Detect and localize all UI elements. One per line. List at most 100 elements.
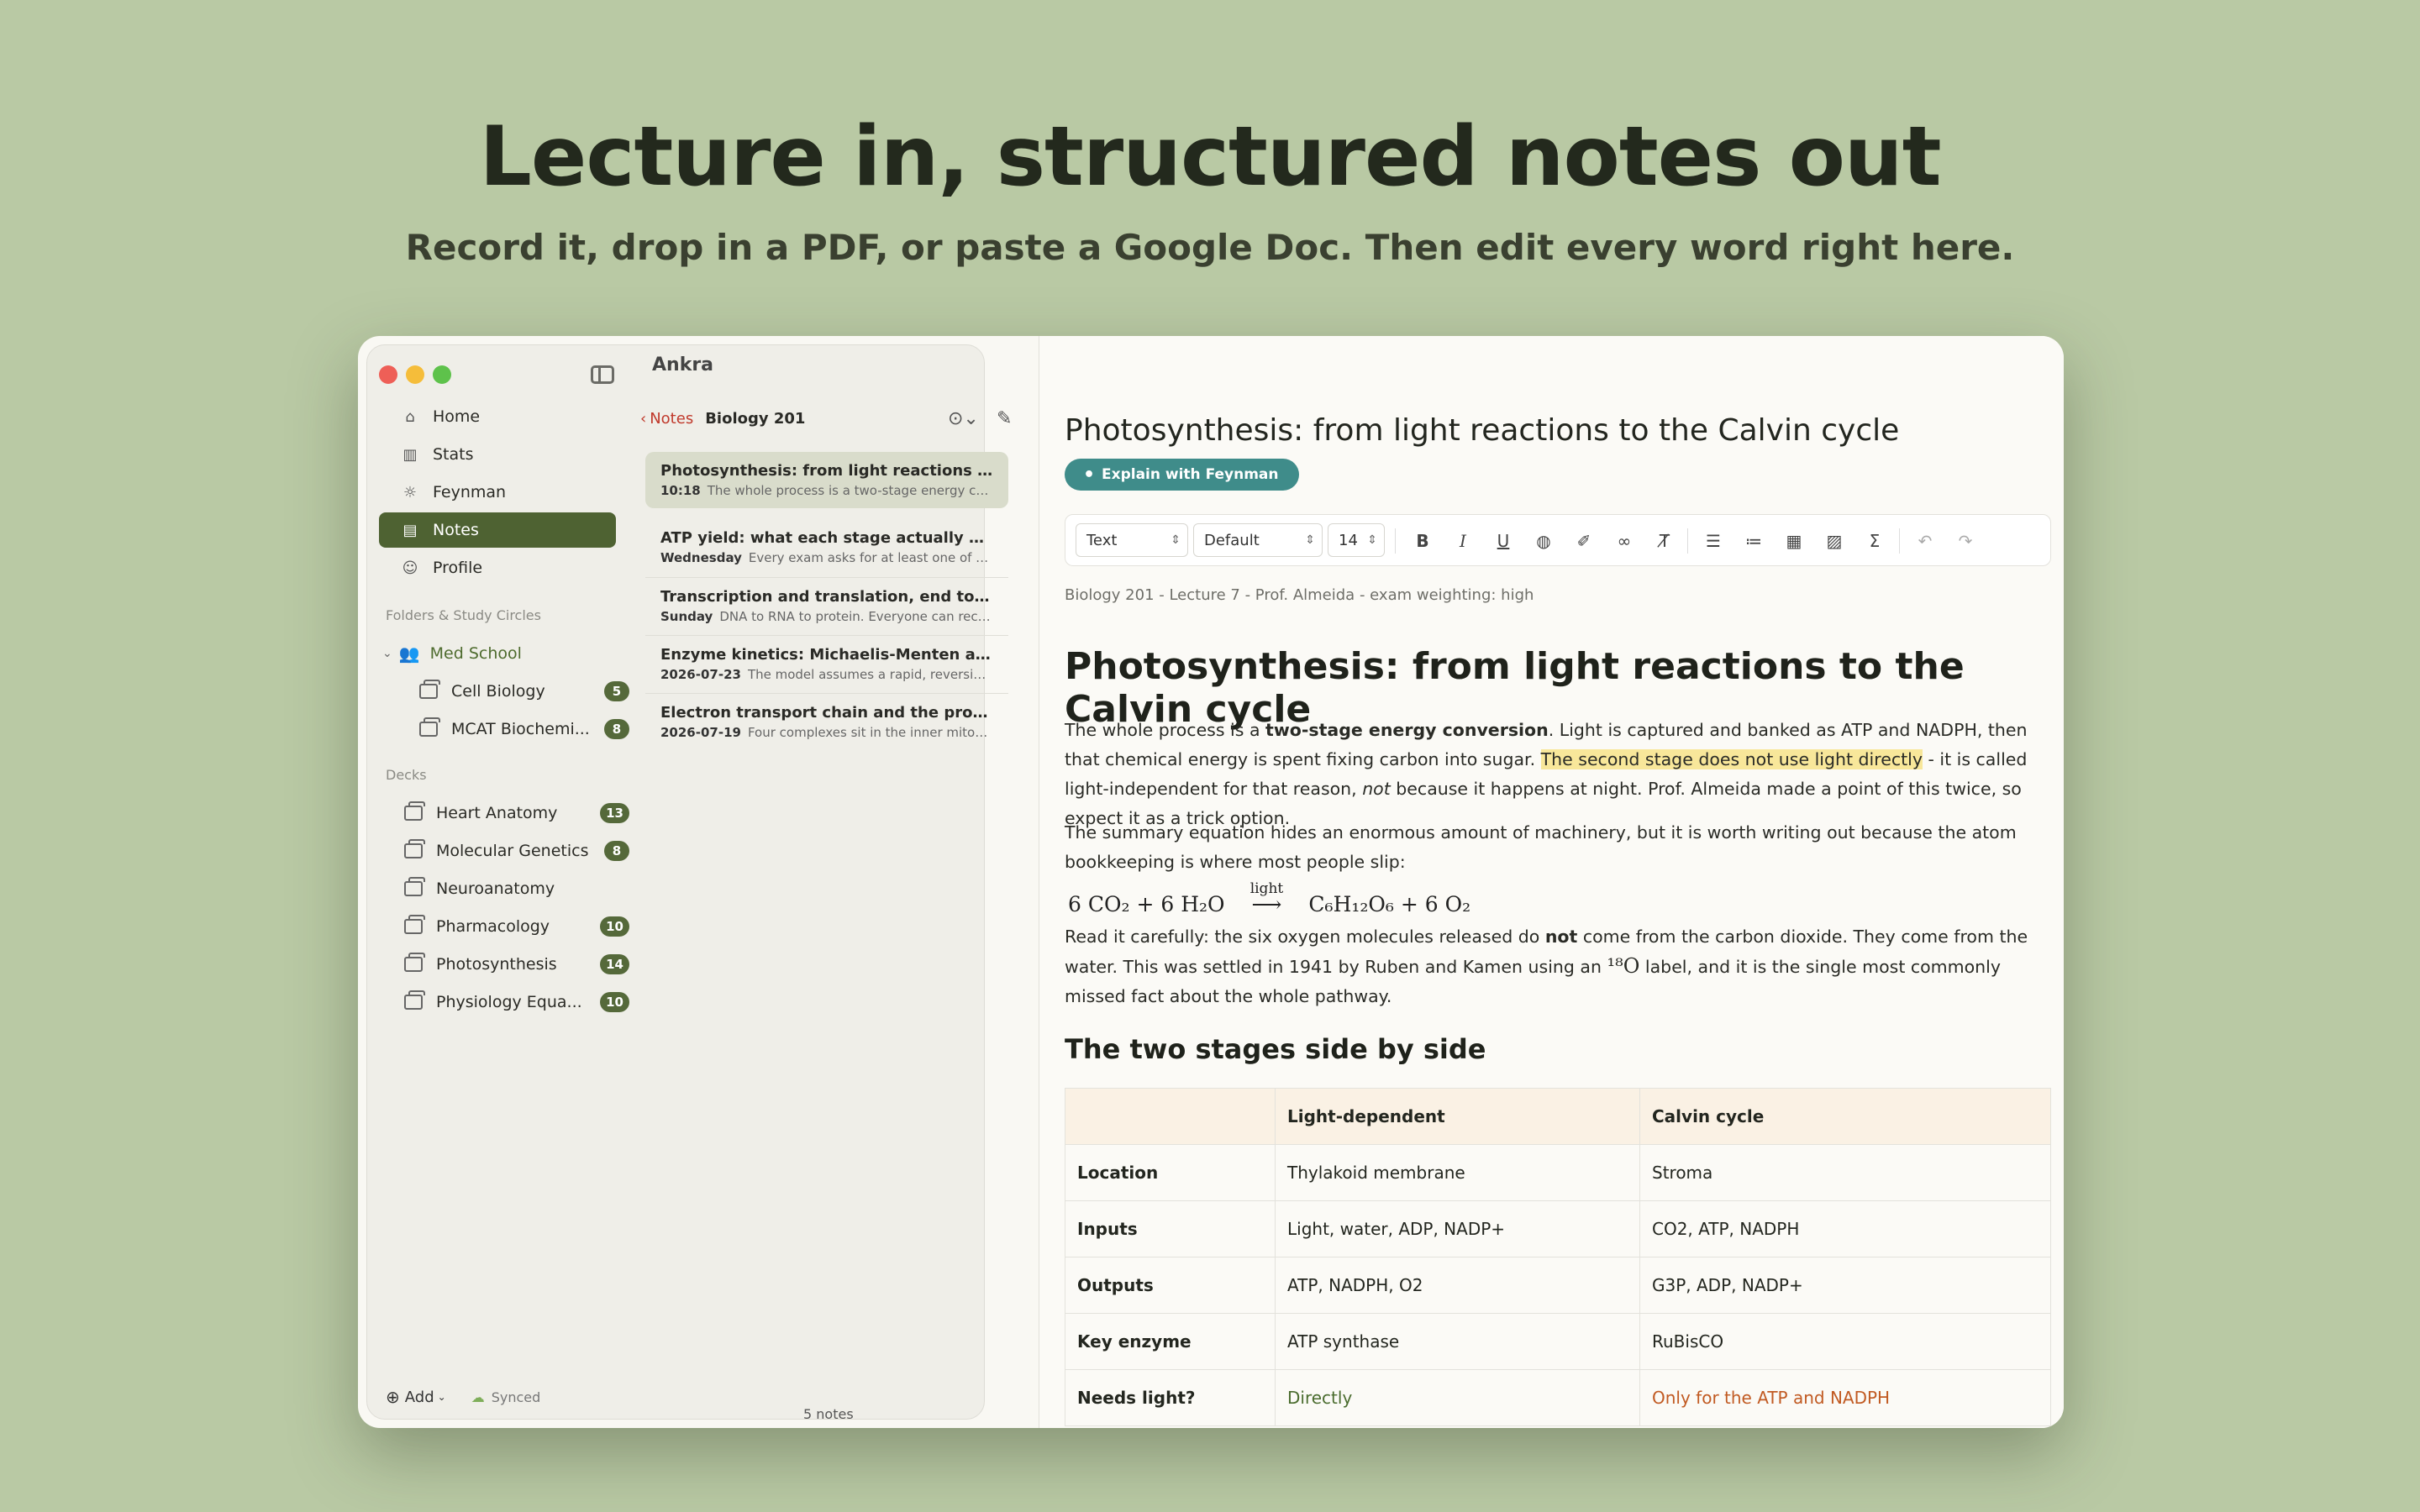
table-header-cell: Calvin cycle <box>1639 1088 2051 1145</box>
stats-icon: ▥ <box>402 445 418 464</box>
underline-icon[interactable]: U <box>1491 528 1516 554</box>
clear-format-icon[interactable]: T̸ <box>1652 528 1677 554</box>
note-item[interactable]: Electron transport chain and the proton-… <box>645 694 1008 750</box>
nav-feynman[interactable]: ☼ Feynman <box>379 475 616 510</box>
note-meta: 2026-07-19 Four complexes sit in the inne… <box>660 725 993 740</box>
group-med-school[interactable]: ⌄ 👥 Med School <box>382 636 626 671</box>
back-notes-link[interactable]: ‹ Notes <box>640 410 693 428</box>
heading-2: The two stages side by side <box>1065 1033 1486 1065</box>
nav-label: Stats <box>433 445 474 464</box>
table-cell: Directly <box>1275 1369 1640 1426</box>
deck-label: Pharmacology <box>436 917 550 936</box>
plus-circle-icon: ⊕ <box>386 1387 400 1407</box>
deck-item[interactable]: Physiology Equa... 10 <box>404 984 629 1020</box>
bold-icon[interactable]: B <box>1410 528 1435 554</box>
sidebar-toggle-icon[interactable] <box>591 365 614 384</box>
explain-with-feynman-button[interactable]: Explain with Feynman <box>1065 459 1299 491</box>
table-icon[interactable]: ▦ <box>1781 528 1807 554</box>
deck-item[interactable]: Molecular Genetics 8 <box>404 833 629 869</box>
count-badge: 10 <box>600 916 629 937</box>
note-preview: Every exam asks for at least one of the.… <box>748 550 993 565</box>
deck-item[interactable]: Neuroanatomy <box>404 871 629 906</box>
redo-icon[interactable]: ↷ <box>1953 528 1978 554</box>
undo-icon[interactable]: ↶ <box>1912 528 1938 554</box>
highlighter-icon[interactable]: ✐ <box>1571 528 1597 554</box>
note-item[interactable]: Photosynthesis: from light reactions to … <box>645 452 1008 508</box>
table-cell: RuBisCO <box>1639 1313 2051 1370</box>
bold-text: two-stage energy conversion <box>1265 720 1549 740</box>
note-count: 5 notes <box>803 1406 854 1422</box>
palette-icon[interactable]: ◍ <box>1531 528 1556 554</box>
folder-item[interactable]: MCAT Biochemi... 8 <box>419 711 629 747</box>
deck-item[interactable]: Pharmacology 10 <box>404 909 629 944</box>
deck-item[interactable]: Photosynthesis 14 <box>404 947 629 982</box>
note-meta: Sunday DNA to RNA to protein. Everyone ca… <box>660 609 993 624</box>
nav-notes[interactable]: ▤ Notes <box>379 512 616 548</box>
numbered-list-icon[interactable]: ≔ <box>1741 528 1766 554</box>
equation: 6 CO₂ + 6 H₂O light ⟶ C₆H₁₂O₆ + 6 O₂ <box>1068 880 1471 916</box>
table-cell: Inputs <box>1065 1200 1276 1257</box>
compose-icon[interactable]: ✎ <box>997 408 1012 429</box>
group-icon: 👥 <box>398 643 420 664</box>
nav-label: Feynman <box>433 483 507 501</box>
formula-icon[interactable]: Σ <box>1862 528 1887 554</box>
table-row: Inputs Light, water, ADP, NADP+ CO2, ATP, … <box>1065 1200 2051 1257</box>
cloud-icon: ☁ <box>471 1389 485 1405</box>
table-cell: ATP synthase <box>1275 1313 1640 1370</box>
table-cell: Needs light? <box>1065 1369 1276 1426</box>
toolbar-divider <box>1687 528 1688 554</box>
paragraph: The whole process is a two-stage energy … <box>1065 716 2048 833</box>
deck-icon <box>404 801 425 821</box>
table-cell: Light, water, ADP, NADP+ <box>1275 1200 1640 1257</box>
nav-label: Home <box>433 407 481 426</box>
more-options-icon[interactable]: ⊙⌄ <box>948 408 979 429</box>
profile-icon: ☺ <box>402 559 418 577</box>
note-time: 10:18 <box>660 483 701 498</box>
note-item[interactable]: Transcription and translation, end to en… <box>645 578 1008 634</box>
nav-stats[interactable]: ▥ Stats <box>379 437 616 472</box>
decks-section-label: Decks <box>386 767 427 783</box>
hero-subtitle: Record it, drop in a PDF, or paste a Goo… <box>405 227 2015 268</box>
nav-profile[interactable]: ☺ Profile <box>379 550 616 585</box>
link-icon[interactable]: ∞ <box>1612 528 1637 554</box>
deck-icon <box>404 839 425 858</box>
bulb-icon: ☼ <box>402 483 418 501</box>
italic-text: not <box>1362 779 1391 799</box>
app-window: ⌂ Home ▥ Stats ☼ Feynman ▤ Notes ☺ Profile Fo… <box>358 336 2064 1428</box>
note-item[interactable]: Enzyme kinetics: Michaelis-Menten and in… <box>645 636 1008 692</box>
minimize-window-button[interactable] <box>406 365 424 384</box>
chevron-down-icon: ⌄ <box>382 647 392 660</box>
deck-item[interactable]: Heart Anatomy 13 <box>404 795 629 831</box>
note-meta: 10:18 The whole process is a two-stage en… <box>660 483 993 498</box>
arrow-label: light <box>1249 880 1284 897</box>
folder-item[interactable]: Cell Biology 5 <box>419 674 629 709</box>
zoom-window-button[interactable] <box>433 365 451 384</box>
image-icon[interactable]: ▨ <box>1822 528 1847 554</box>
folder-label: MCAT Biochemi... <box>451 720 590 738</box>
hero-title: Lecture in, structured notes out <box>479 109 1941 205</box>
deck-label: Physiology Equa... <box>436 993 582 1011</box>
sidebar-footer: ⊕ Add ⌄ ☁ Synced <box>386 1387 540 1407</box>
note-item[interactable]: ATP yield: what each stage actually prod… <box>645 519 1008 575</box>
deck-label: Neuroanatomy <box>436 879 555 898</box>
deck-label: Heart Anatomy <box>436 804 558 822</box>
font-size-select[interactable]: 14 <box>1328 523 1385 557</box>
table-cell: Stroma <box>1639 1144 2051 1201</box>
nav-label: Notes <box>433 521 479 539</box>
document-title[interactable]: Photosynthesis: from light reactions to … <box>1065 413 1899 448</box>
italic-icon[interactable]: I <box>1450 528 1476 554</box>
folders-section-label: Folders & Study Circles <box>386 607 541 623</box>
editor-pane: Photosynthesis: from light reactions to … <box>1039 336 2064 1428</box>
bullet-list-icon[interactable]: ☰ <box>1701 528 1726 554</box>
nav-home[interactable]: ⌂ Home <box>379 399 616 434</box>
equation-products: C₆H₁₂O₆ + 6 O₂ <box>1308 892 1471 916</box>
text-style-select[interactable]: Text <box>1076 523 1188 557</box>
close-window-button[interactable] <box>379 365 397 384</box>
add-button[interactable]: ⊕ Add ⌄ <box>386 1387 446 1407</box>
chevron-left-icon: ‹ <box>640 410 647 428</box>
note-preview: The model assumes a rapid, reversible... <box>747 667 993 682</box>
equation-arrow: light ⟶ <box>1234 880 1298 916</box>
count-badge: 13 <box>600 803 629 823</box>
font-select[interactable]: Default <box>1193 523 1323 557</box>
table-cell: G3P, ADP, NADP+ <box>1639 1257 2051 1314</box>
